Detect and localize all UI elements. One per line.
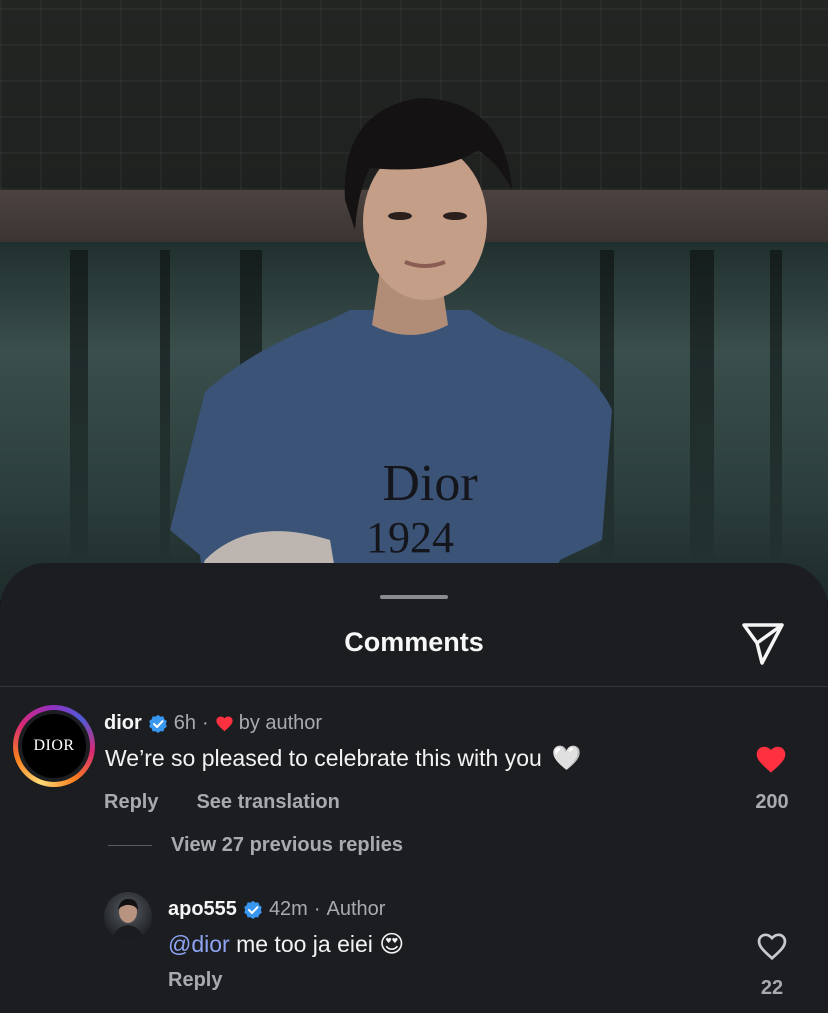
comment-actions: Reply See translation: [104, 791, 340, 814]
avatar-logo: DIOR: [22, 714, 86, 778]
reply-header: apo555 42m · Author: [168, 898, 385, 921]
like-count: 200: [755, 791, 789, 813]
see-translation-button[interactable]: See translation: [196, 791, 339, 814]
sheet-drag-handle[interactable]: [380, 595, 448, 599]
author-label: Author: [326, 898, 386, 920]
reply-button[interactable]: Reply: [104, 791, 158, 814]
like-button[interactable]: [754, 744, 788, 779]
verified-badge-icon: [244, 900, 262, 919]
verified-badge-icon: [148, 714, 167, 733]
shirt-print-dior: Dior: [382, 455, 477, 512]
reply-button[interactable]: Reply: [168, 969, 222, 992]
avatar-inner: DIOR: [18, 710, 90, 782]
photo-person: Dior 1924: [170, 98, 612, 600]
separator-dot: ·: [313, 898, 321, 920]
comment-body: We’re so pleased to celebrate this with …: [105, 745, 542, 771]
heart-outline-icon: [757, 933, 787, 961]
sheet-divider: [0, 686, 828, 687]
comment-header: dior 6h · by author: [104, 712, 322, 735]
avatar[interactable]: DIOR: [13, 705, 95, 787]
reply-actions: Reply: [168, 969, 222, 992]
reply-text: @dior me too ja eiei 😍: [168, 930, 404, 959]
like-button[interactable]: [755, 931, 789, 966]
liked-by-author: by author: [238, 712, 323, 734]
comment-emoji: 🤍: [551, 745, 582, 772]
comments-sheet: Comments: [0, 563, 828, 1013]
share-send-icon: [742, 623, 784, 665]
replies-line: [108, 845, 152, 846]
shirt-print-year: 1924: [366, 513, 454, 562]
view-previous-replies[interactable]: View 27 previous replies: [171, 834, 403, 857]
reply-username[interactable]: apo555: [168, 898, 237, 921]
share-button[interactable]: [738, 617, 788, 667]
like-count: 22: [760, 977, 784, 999]
heart-filled-icon: [756, 746, 786, 773]
post-photo-background: Dior 1924: [0, 0, 828, 600]
comment-text: We’re so pleased to celebrate this with …: [105, 744, 582, 773]
avatar[interactable]: [104, 892, 152, 940]
heart-filled-icon: [216, 716, 233, 732]
reply-emoji: 😍: [379, 931, 405, 958]
avatar-photo: [112, 898, 144, 940]
comment-username[interactable]: dior: [104, 712, 142, 735]
sheet-title: Comments: [344, 627, 484, 657]
reply-time: 42m: [268, 898, 308, 920]
reply-body: me too ja eiei: [229, 931, 380, 957]
mention-link[interactable]: @dior: [168, 931, 230, 958]
separator-dot: ·: [202, 712, 209, 734]
comment-time: 6h: [173, 712, 197, 734]
